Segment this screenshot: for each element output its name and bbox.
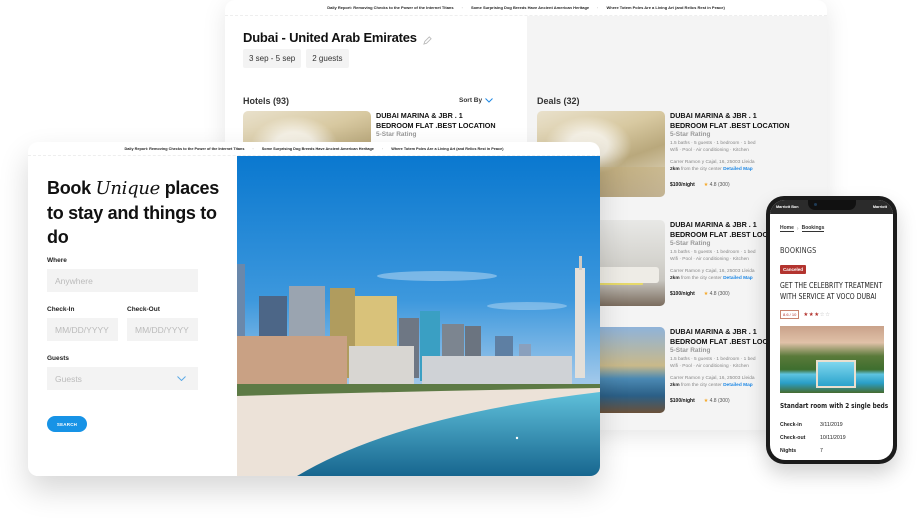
- detailed-map-link[interactable]: Detailed Map: [723, 383, 753, 388]
- deal-distance-suffix: from the city center: [680, 167, 722, 172]
- hero-title-emphasis: Unique: [95, 178, 161, 199]
- sort-by-label: Sort By: [459, 97, 483, 104]
- deal-price: $100/night: [670, 291, 695, 297]
- star-icon: ★: [703, 182, 709, 188]
- rating-row: 8.6 / 10 ★★★☆☆: [780, 310, 831, 319]
- where-input[interactable]: Anywhere: [47, 269, 198, 292]
- detail-row: Check-in 3/11/2019: [780, 422, 843, 428]
- guests-chip[interactable]: 2 guests: [306, 49, 349, 68]
- sort-by-dropdown[interactable]: Sort By: [459, 97, 493, 104]
- checkin-label: Check-In: [47, 306, 75, 313]
- guests-label: Guests: [47, 355, 70, 362]
- detail-key: Check-in: [780, 422, 802, 428]
- detail-key: Nights: [780, 448, 797, 454]
- news-link[interactable]: Some Surprising Dog Breeds Have Ancient …: [262, 147, 374, 151]
- deal-review-score: 4.8 (300): [709, 291, 730, 297]
- phone-mockup: Marriott Bon Marriott Home › Bookings BO…: [766, 196, 897, 464]
- search-form: Book Unique places to stay and things to…: [28, 156, 237, 476]
- status-badge: Canceled: [780, 265, 807, 274]
- deal-review-score: 4.8 (300): [709, 182, 730, 188]
- deal-distance-suffix: from the city center: [680, 276, 722, 281]
- star-icon: ★: [703, 398, 709, 404]
- detail-value: 7: [820, 448, 823, 454]
- status-right: Marriott: [872, 205, 887, 209]
- detail-key: Check-out: [780, 435, 806, 441]
- page-title: BOOKINGS: [780, 246, 817, 255]
- chevron-down-icon: [485, 98, 493, 103]
- hotel-rating-label: 5-Star Rating: [376, 131, 417, 138]
- news-ticker: Daily Report: Removing Checks to the Pow…: [28, 142, 600, 156]
- hero-title: Book Unique places to stay and things to…: [47, 176, 222, 249]
- offer-title[interactable]: GET THE CELEBRITY TREATMENT WITH SERVICE…: [780, 280, 889, 302]
- star-rating: ★★★☆☆: [803, 312, 830, 318]
- news-ticker: Daily Report: Removing Checks to the Pow…: [225, 0, 827, 16]
- deal-distance: 2km: [670, 383, 680, 388]
- deal-price: $100/night: [670, 182, 695, 188]
- deal-amenities: Wifi · Pool · Air conditioning · Kitchen: [670, 148, 749, 153]
- detail-value: 3/11/2019: [820, 422, 843, 428]
- star-empty-icon: ☆: [825, 311, 831, 318]
- resort-pool-photo: [780, 326, 884, 393]
- deal-price: $100/night: [670, 398, 695, 404]
- news-link[interactable]: Where Totem Poles Are a Living Art (and …: [606, 5, 724, 10]
- score-badge: 8.6 / 10: [780, 310, 800, 319]
- checkout-label: Check-Out: [127, 306, 160, 313]
- checkin-input[interactable]: MM/DD/YYYY: [47, 318, 118, 341]
- edit-pencil-icon[interactable]: [422, 33, 432, 45]
- deal-distance: 2km: [670, 167, 680, 172]
- breadcrumb-home[interactable]: Home: [780, 225, 794, 232]
- dates-chip[interactable]: 3 sep - 5 sep: [243, 49, 302, 68]
- deal-rating-label: 5-Star Rating: [670, 131, 711, 138]
- deals-heading: Deals (32): [537, 96, 580, 106]
- deal-distance-suffix: from the city center: [680, 383, 722, 388]
- room-title: Standart room with 2 single beds: [780, 402, 889, 410]
- checkout-input[interactable]: MM/DD/YYYY: [127, 318, 198, 341]
- breadcrumb: Home › Bookings: [780, 225, 825, 232]
- news-link[interactable]: Daily Report: Removing Checks to the Pow…: [124, 147, 244, 151]
- search-chips: 3 sep - 5 sep 2 guests: [243, 49, 349, 68]
- news-link[interactable]: Some Surprising Dog Breeds Have Ancient …: [471, 5, 589, 10]
- dubai-skyline-photo: [237, 156, 600, 476]
- marketing-composite: Daily Report: Removing Checks to the Pow…: [0, 0, 919, 522]
- checkin-placeholder: MM/DD/YYYY: [55, 324, 109, 335]
- detail-row: Check-out 10/11/2019: [780, 435, 846, 441]
- breadcrumb-bookings[interactable]: Bookings: [801, 225, 825, 232]
- search-button[interactable]: SEARCH: [47, 416, 87, 432]
- city-title: Dubai - United Arab Emirates: [243, 30, 432, 45]
- city-title-text: Dubai - United Arab Emirates: [243, 30, 417, 45]
- deal-review-score: 4.8 (300): [709, 398, 730, 404]
- hero-title-text: Book: [47, 178, 96, 198]
- booking-window: Daily Report: Removing Checks to the Pow…: [28, 142, 600, 476]
- guests-select[interactable]: Guests: [47, 367, 198, 390]
- where-placeholder: Anywhere: [55, 275, 93, 286]
- checkout-placeholder: MM/DD/YYYY: [135, 324, 189, 335]
- chevron-down-icon: [177, 376, 186, 381]
- news-link[interactable]: Where Totem Poles Are a Living Art (and …: [391, 147, 503, 151]
- hotels-heading: Hotels (93): [243, 96, 290, 106]
- detail-row: Nights 7: [780, 448, 823, 454]
- detailed-map-link[interactable]: Detailed Map: [723, 276, 753, 281]
- phone-screen: Marriott Bon Marriott Home › Bookings BO…: [770, 200, 893, 460]
- news-link[interactable]: Daily Report: Removing Checks to the Pow…: [327, 5, 453, 10]
- deal-address: Carrer Ramon y Cajal, 16, 25003 Lleida: [670, 160, 755, 165]
- deal-name[interactable]: DUBAI MARINA & JBR . 1 BEDROOM FLAT .BES…: [670, 111, 795, 130]
- deal-amenities: 1.5 baths · 5 guests · 1 bedroom · 1 bed: [670, 141, 756, 146]
- status-left: Marriott Bon: [776, 205, 799, 209]
- chevron-right-icon: ›: [796, 225, 799, 232]
- detailed-map-link[interactable]: Detailed Map: [723, 167, 753, 172]
- star-icon: ★: [703, 291, 709, 297]
- where-label: Where: [47, 257, 67, 264]
- detail-value: 10/11/2019: [820, 435, 846, 441]
- hotel-name[interactable]: DUBAI MARINA & JBR . 1 BEDROOM FLAT .BES…: [376, 111, 501, 130]
- phone-notch: [808, 200, 856, 210]
- guests-placeholder: Guests: [55, 373, 82, 384]
- deal-distance: 2km: [670, 276, 680, 281]
